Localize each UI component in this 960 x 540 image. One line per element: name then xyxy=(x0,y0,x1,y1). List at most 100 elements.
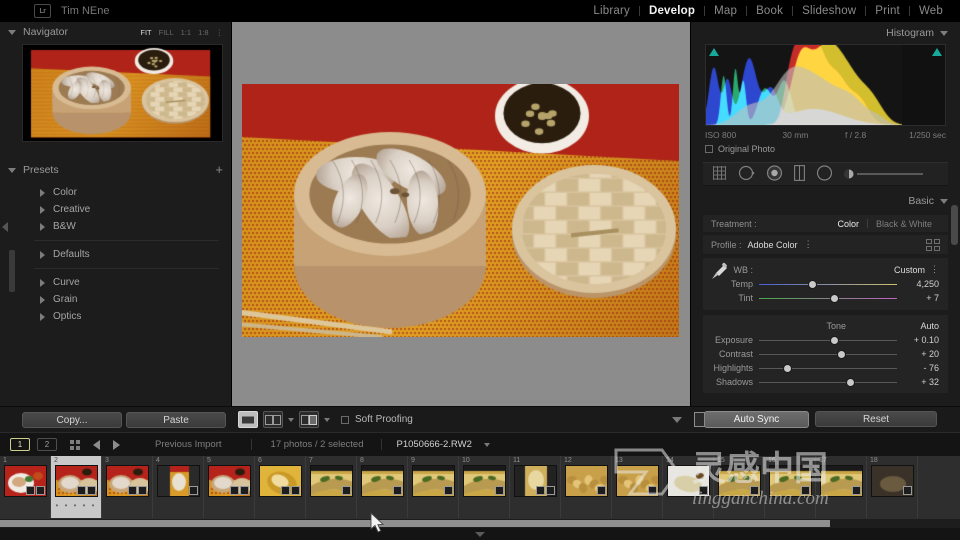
nav-ratio-chevron-icon[interactable]: ⋮ xyxy=(216,28,224,37)
toolbar-options-chevron-icon[interactable] xyxy=(672,417,682,423)
thumbnail-image[interactable] xyxy=(412,465,455,497)
filmstrip-thumbnail[interactable]: 13 xyxy=(612,456,663,518)
view-grid-2-button[interactable]: 2 xyxy=(37,438,57,451)
slider-value[interactable]: + 0.10 xyxy=(897,335,939,345)
filmstrip-thumbnail[interactable]: 1 xyxy=(0,456,51,518)
wb-chevron-icon[interactable]: ⋮ xyxy=(925,264,939,275)
nav-mode-fit[interactable]: FIT xyxy=(140,28,151,37)
preset-group-b-w[interactable]: B&W xyxy=(22,218,223,235)
chevron-right-icon[interactable] xyxy=(40,206,45,214)
crop-badge-icon[interactable] xyxy=(128,486,137,495)
slider-track[interactable] xyxy=(759,367,897,370)
filmstrip-thumbnail[interactable]: 14 xyxy=(663,456,714,518)
right-panel-scrollbar[interactable] xyxy=(951,205,958,245)
thumbnail-image[interactable] xyxy=(4,465,47,497)
previous-photo-arrow-icon[interactable] xyxy=(93,440,100,450)
add-preset-icon[interactable]: + xyxy=(215,165,223,175)
develop-badge-icon[interactable] xyxy=(189,486,198,495)
treatment-option-color[interactable]: Color xyxy=(829,219,867,229)
preset-group-optics[interactable]: Optics xyxy=(22,308,223,325)
preset-group-grain[interactable]: Grain xyxy=(22,291,223,308)
develop-badge-icon[interactable] xyxy=(852,486,861,495)
filmstrip-thumbnail[interactable]: 9 xyxy=(408,456,459,518)
filmstrip-source-label[interactable]: Previous Import xyxy=(155,439,222,450)
chevron-right-icon[interactable] xyxy=(40,189,45,197)
collapse-chevron-icon[interactable] xyxy=(475,532,485,537)
tone-slider-contrast[interactable]: Contrast+ 20 xyxy=(703,347,948,361)
chevron-down-icon[interactable] xyxy=(8,168,16,173)
develop-badge-icon[interactable] xyxy=(240,486,249,495)
thumbnail-image[interactable] xyxy=(718,465,761,497)
chevron-down-icon[interactable] xyxy=(940,199,948,204)
thumbnail-image[interactable] xyxy=(361,465,404,497)
chevron-down-icon[interactable] xyxy=(8,30,16,35)
module-map[interactable]: Map xyxy=(705,5,746,17)
presets-panel-handle[interactable] xyxy=(9,270,15,292)
filmstrip-thumbnail[interactable]: 10 xyxy=(459,456,510,518)
graduated-filter-icon[interactable] xyxy=(794,165,805,184)
masking-icon[interactable] xyxy=(816,165,833,184)
crop-badge-icon[interactable] xyxy=(536,486,545,495)
tone-slider-exposure[interactable]: Exposure+ 0.10 xyxy=(703,333,948,347)
white-balance-eyedropper-icon[interactable] xyxy=(708,262,730,284)
thumbnail-image[interactable] xyxy=(157,465,200,497)
thumbnail-image[interactable] xyxy=(871,465,914,497)
crop-badge-icon[interactable] xyxy=(281,486,290,495)
filmstrip-thumbnail[interactable]: 11 xyxy=(510,456,561,518)
tone-slider-highlights[interactable]: Highlights- 76 xyxy=(703,361,948,375)
filmstrip-thumbnail[interactable]: 5 xyxy=(204,456,255,518)
develop-badge-icon[interactable] xyxy=(342,486,351,495)
next-photo-arrow-icon[interactable] xyxy=(113,440,120,450)
auto-sync-button[interactable]: Auto Sync xyxy=(704,411,809,428)
thumbnail-image[interactable] xyxy=(565,465,608,497)
slider-knob[interactable] xyxy=(831,295,838,302)
thumbnail-image[interactable] xyxy=(463,465,506,497)
module-print[interactable]: Print xyxy=(866,5,909,17)
before-after-chevron-icon[interactable] xyxy=(288,418,294,422)
module-library[interactable]: Library xyxy=(584,5,639,17)
nav-mode-1to1[interactable]: 1:1 xyxy=(181,28,191,37)
chevron-right-icon[interactable] xyxy=(40,223,45,231)
slider-track[interactable] xyxy=(759,353,897,356)
thumbnail-image[interactable] xyxy=(616,465,659,497)
image-canvas[interactable] xyxy=(232,22,690,406)
highlight-clipping-icon[interactable] xyxy=(932,48,942,56)
develop-badge-icon[interactable] xyxy=(36,486,45,495)
develop-badge-icon[interactable] xyxy=(495,486,504,495)
presets-header[interactable]: Presets + xyxy=(0,160,231,180)
thumbnail-image[interactable] xyxy=(820,465,863,497)
navigator-header[interactable]: Navigator FIT FILL 1:1 1:8 ⋮ xyxy=(0,22,231,42)
copy-settings-chevron-icon[interactable] xyxy=(324,418,330,422)
slider-knob[interactable] xyxy=(831,337,838,344)
develop-badge-icon[interactable] xyxy=(903,486,912,495)
filmstrip-thumbnail[interactable]: 12 xyxy=(561,456,612,518)
filmstrip-thumbnail[interactable]: 7 xyxy=(306,456,357,518)
before-after-lr-icon[interactable] xyxy=(263,411,283,428)
slider-value[interactable]: + 7 xyxy=(897,293,939,303)
crop-badge-icon[interactable] xyxy=(26,486,35,495)
filmstrip-thumbnail[interactable]: 15 xyxy=(714,456,765,518)
main-photo[interactable] xyxy=(242,84,679,337)
filmstrip-thumbnail[interactable]: 4 xyxy=(153,456,204,518)
filmstrip-scrollbar[interactable] xyxy=(0,519,960,528)
soft-proofing-checkbox[interactable] xyxy=(341,416,349,424)
slider-value[interactable]: + 20 xyxy=(897,349,939,359)
crop-badge-icon[interactable] xyxy=(77,486,86,495)
slider-track[interactable] xyxy=(759,297,897,300)
filmstrip-thumbnail[interactable]: 6 xyxy=(255,456,306,518)
slider-knob[interactable] xyxy=(809,281,816,288)
filmstrip-thumbnail[interactable]: 16 xyxy=(765,456,816,518)
wb-value[interactable]: Custom xyxy=(759,265,925,275)
develop-badge-icon[interactable] xyxy=(393,486,402,495)
chevron-right-icon[interactable] xyxy=(40,313,45,321)
before-after-copy-icon[interactable] xyxy=(299,411,319,428)
develop-badge-icon[interactable] xyxy=(648,486,657,495)
chevron-down-icon[interactable] xyxy=(940,31,948,36)
filmstrip[interactable]: 12• • • • •3456789101112131415161718 xyxy=(0,456,960,524)
spot-removal-icon[interactable] xyxy=(738,165,755,184)
show-left-panel-arrow-icon[interactable] xyxy=(2,222,8,232)
module-web[interactable]: Web xyxy=(910,5,952,17)
filmstrip-thumbnail[interactable]: 17 xyxy=(816,456,867,518)
treatment-option-bw[interactable]: Black & White xyxy=(868,219,940,229)
thumbnail-image[interactable] xyxy=(667,465,710,497)
